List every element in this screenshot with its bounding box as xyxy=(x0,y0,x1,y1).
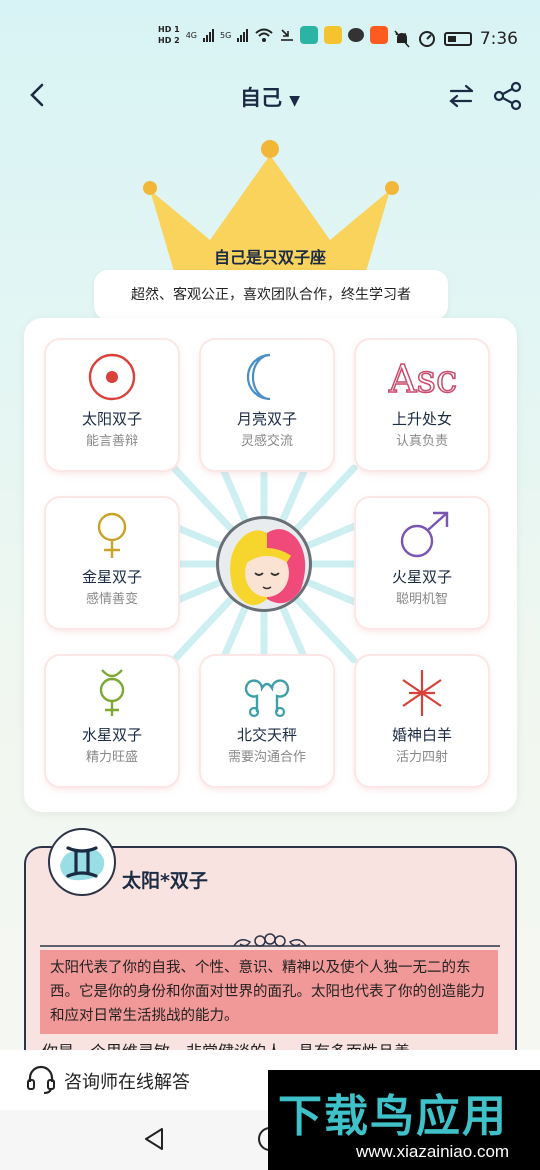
ornament-divider xyxy=(40,933,500,947)
planets-panel: 太阳双子 能言善辩 月亮双子 灵感交流 Asc 上升处女 认真负责 金星双子 感… xyxy=(24,318,517,812)
missed-call-icon xyxy=(281,29,294,41)
planet-card-ascendant[interactable]: Asc 上升处女 认真负责 xyxy=(356,340,488,470)
mute-bell-icon xyxy=(394,30,410,48)
planet-name: 月亮双子 xyxy=(236,410,297,428)
headset-icon xyxy=(27,1065,55,1094)
mercury-icon xyxy=(99,669,125,716)
planet-name: 金星双子 xyxy=(81,568,142,586)
asc-icon: Asc xyxy=(387,356,457,402)
planet-desc: 能言善辩 xyxy=(85,434,138,449)
watermark-url: www.xiazainiao.com xyxy=(356,1142,510,1161)
detail-description: 太阳代表了你的自我、个性、意识、精神以及使个人独一无二的东西。它是你的身份和你面… xyxy=(40,950,498,1034)
taobao-app-icon xyxy=(370,26,389,44)
planet-card-sun[interactable]: 太阳双子 能言善辩 xyxy=(46,340,178,470)
planet-card-venus[interactable]: 金星双子 感情善变 xyxy=(46,498,178,628)
battery-icon xyxy=(443,32,472,46)
juno-icon xyxy=(402,670,442,716)
watermark-brand: 下载鸟应用 xyxy=(278,1091,508,1142)
planet-desc: 需要沟通合作 xyxy=(227,750,306,765)
planet-card-mercury[interactable]: 水星双子 精力旺盛 xyxy=(46,656,178,786)
sign-tagline: 超然、客观公正，喜欢团队合作，终生学习者 xyxy=(94,270,448,320)
status-icons-left: HD 1 HD 2 4G 5G ··· xyxy=(158,24,408,46)
page-title: 自己 xyxy=(239,86,282,110)
wifi-icon xyxy=(255,28,273,42)
planet-card-juno[interactable]: 婚神白羊 活力四射 xyxy=(356,656,488,786)
planet-card-mars[interactable]: 火星双子 聪明机智 xyxy=(356,498,488,628)
planet-name: 婚神白羊 xyxy=(391,726,452,744)
planet-desc: 活力四射 xyxy=(395,750,448,765)
gemini-icon xyxy=(60,846,105,881)
planet-name: 太阳双子 xyxy=(81,410,142,428)
status-icons-right: 7:36 xyxy=(394,29,518,49)
clock: 7:36 xyxy=(479,29,518,49)
caret-down-icon: ▼ xyxy=(289,93,301,109)
sign-summary-title: 自己是只双子座 xyxy=(213,248,326,267)
moon-icon xyxy=(246,353,271,401)
nav-back-icon[interactable] xyxy=(140,1124,170,1154)
planet-desc: 聪明机智 xyxy=(395,592,448,607)
switch-icon[interactable] xyxy=(447,82,477,110)
hd2-label: HD 2 xyxy=(158,36,180,45)
hd1-label: HD 1 xyxy=(158,25,180,34)
consult-label: 咨询师在线解答 xyxy=(64,1072,190,1093)
planet-desc: 精力旺盛 xyxy=(85,750,138,765)
share-icon[interactable] xyxy=(492,80,524,112)
mars-icon xyxy=(400,511,449,558)
planet-card-moon[interactable]: 月亮双子 灵感交流 xyxy=(201,340,333,470)
mail-app-icon xyxy=(324,26,343,44)
chat-app-icon xyxy=(348,28,365,42)
speedometer-icon xyxy=(418,31,435,47)
detail-title: 太阳*双子 xyxy=(122,870,208,892)
signal-icon xyxy=(237,28,249,42)
planet-name: 水星双子 xyxy=(81,726,142,744)
watermark-logo: 下载鸟应用 www.xiazainiao.com xyxy=(268,1070,540,1170)
sun-icon xyxy=(88,353,136,401)
venus-icon xyxy=(97,512,127,558)
svg-text:Asc: Asc xyxy=(388,357,457,401)
network-5g-label: 5G xyxy=(219,30,232,40)
north-node-icon xyxy=(244,679,290,718)
hd-indicator: HD 1 HD 2 xyxy=(158,24,180,46)
planet-name: 上升处女 xyxy=(391,410,452,428)
avatar[interactable] xyxy=(216,516,312,612)
planet-name: 北交天秤 xyxy=(236,726,297,744)
header: 自己 ▼ xyxy=(0,70,540,120)
network-4g-label: 4G xyxy=(185,30,197,40)
planet-desc: 感情善变 xyxy=(85,592,138,607)
planet-name: 火星双子 xyxy=(391,568,452,586)
boss-app-icon xyxy=(300,26,319,44)
signal-icon xyxy=(202,28,214,42)
planet-desc: 认真负责 xyxy=(395,434,448,449)
gemini-badge xyxy=(48,828,116,896)
planet-card-north-node[interactable]: 北交天秤 需要沟通合作 xyxy=(201,656,333,786)
status-bar: HD 1 HD 2 4G 5G ··· 7:36 xyxy=(0,0,540,60)
planet-desc: 灵感交流 xyxy=(240,434,293,449)
